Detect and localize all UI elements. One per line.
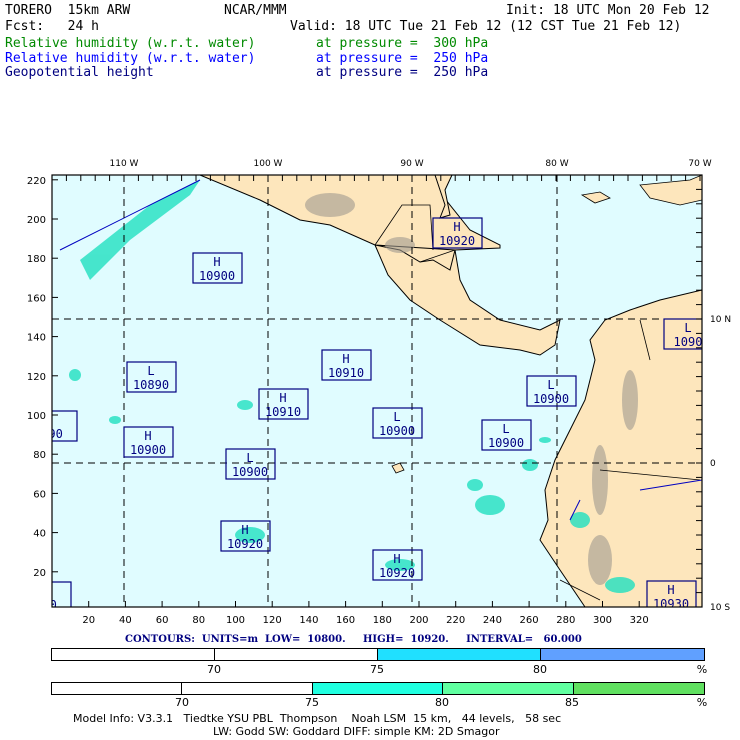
y-tick-label: 100 [27,411,46,422]
center-value: 10900 [488,436,524,450]
center-type: H [393,552,400,566]
lon-label: 100 W [254,159,283,169]
org-label: NCAR/MMM [224,3,287,18]
x-tick-label: 180 [373,615,392,626]
y-tick-label: 140 [27,333,46,344]
x-tick-label: 320 [630,615,649,626]
center-value: 10900 [130,443,166,457]
x-tick-label: 260 [520,615,539,626]
field-2-name: Relative humidity (w.r.t. water) [5,51,256,66]
field-3-level: at pressure = 250 hPa [316,65,489,80]
center-type: L [547,378,554,392]
lat-label: 10 N [710,315,731,325]
bar1-label: 75 [370,663,384,676]
x-tick-label: 140 [299,615,318,626]
bar2-seg [52,683,183,694]
bar2-label: 70 [175,696,189,709]
center-type: H [667,583,674,597]
bar1-seg [215,649,378,660]
bar1-seg [541,649,704,660]
lon-label: 110 W [110,159,139,169]
center-value: 1090 [674,335,703,349]
center-type: H [279,391,286,405]
x-tick-label: 80 [192,615,205,626]
lon-label: 90 W [400,159,423,169]
bar2-label: 80 [435,696,449,709]
y-tick-label: 80 [33,450,46,461]
center-type: L [393,410,400,424]
center-type: H [213,255,220,269]
x-tick-label: 60 [156,615,169,626]
bar2-seg [573,683,704,694]
model-info-line2: LW: Godd SW: Goddard DIFF: simple KM: 2D… [213,725,500,738]
y-tick-label: 120 [27,372,46,383]
center-type: L [147,364,154,378]
x-tick-label: 160 [336,615,355,626]
y-tick-label: 160 [27,293,46,304]
center-value: 10900 [533,392,569,406]
x-tick-label: 300 [593,615,612,626]
bar1-seg [52,649,215,660]
center-value: 10910 [265,405,301,419]
center-type: H [342,352,349,366]
bar2-seg [182,683,313,694]
x-tick-label: 120 [263,615,282,626]
field-3-name: Geopotential height [5,65,154,80]
contour-info: CONTOURS: UNITS=m LOW= 10800. HIGH= 1092… [125,634,582,645]
field-2-level: at pressure = 250 hPa [316,51,489,66]
forecast-hour: Fcst: 24 h [5,19,99,34]
lat-label: 0 [710,459,716,469]
center-type: L [684,321,691,335]
y-tick-label: 60 [33,489,46,500]
init-time: Init: 18 UTC Mon 20 Feb 12 [506,3,710,18]
bar2-seg [443,683,574,694]
center-type: L [502,422,509,436]
weather-map: H10920H10900L10890H10910H10910 L10900L109… [27,159,731,626]
center-value: 890 [35,598,57,612]
center-value: 10900 [379,424,415,438]
x-tick-label: 240 [483,615,502,626]
bar2-seg [312,683,444,694]
rh300-colorbar [51,682,705,695]
x-tick-label: 220 [446,615,465,626]
lat-label: 10 S [710,603,730,613]
rh250-colorbar [51,648,705,661]
center-type: H [144,429,151,443]
x-tick-label: 40 [119,615,132,626]
x-tick-label: 100 [226,615,245,626]
y-tick-label: 200 [27,215,46,226]
x-tick-label: 200 [409,615,428,626]
center-value: 10920 [379,566,415,580]
bar2-label: % [696,696,708,709]
center-value: 10930 [653,597,689,611]
center-type: L [246,451,253,465]
x-tick-label: 280 [556,615,575,626]
center-type: H [453,220,460,234]
model-title: TORERO 15km ARW [5,3,131,18]
model-info-line1: Model Info: V3.3.1 Tiedtke YSU PBL Thomp… [73,712,562,725]
center-value: 10910 [328,366,364,380]
y-tick-label: 20 [33,568,46,579]
lon-label: 70 W [688,159,711,169]
center-value: 10920 [227,537,263,551]
center-value: 10890 [133,378,169,392]
center-value: 10900 [199,269,235,283]
valid-time: Valid: 18 UTC Tue 21 Feb 12 (12 CST Tue … [290,19,682,34]
bar1-label: 80 [533,663,547,676]
field-1-level: at pressure = 300 hPa [316,36,489,51]
field-1-name: Relative humidity (w.r.t. water) [5,36,256,51]
x-tick-label: 20 [82,615,95,626]
bar2-label: 85 [565,696,579,709]
y-tick-label: 180 [27,254,46,265]
center-value: 10900 [232,465,268,479]
bar1-label: 70 [207,663,221,676]
y-tick-label: 220 [27,176,46,187]
bar2-label: 75 [305,696,319,709]
bar1-label: % [696,663,708,676]
bar1-seg [378,649,541,660]
center-type: H [241,523,248,537]
lon-label: 80 W [545,159,568,169]
y-tick-label: 40 [33,529,46,540]
center-value: 10920 [439,234,475,248]
